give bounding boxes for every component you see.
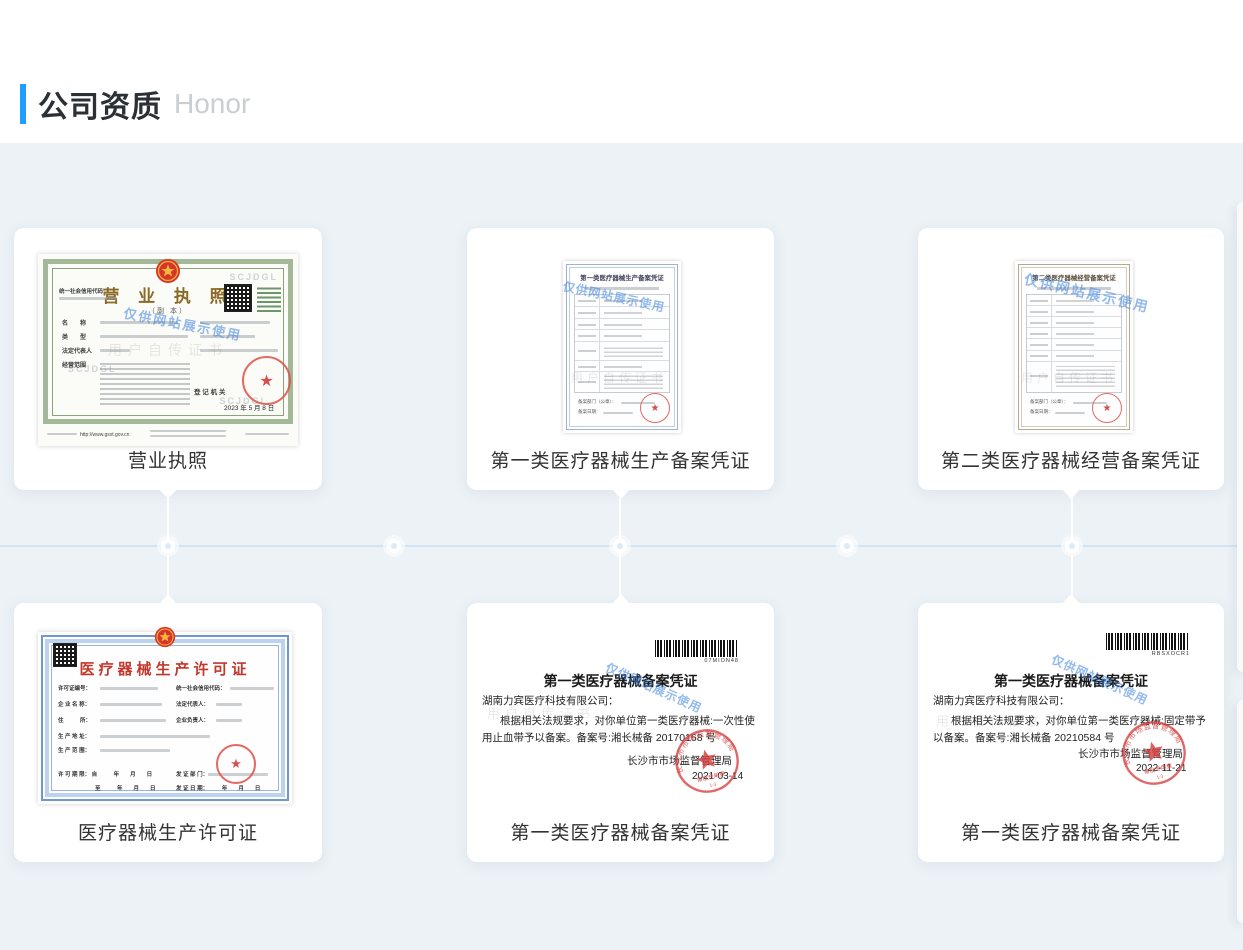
card-label: 第一类医疗器械备案凭证: [467, 818, 774, 845]
doc-title: 第一类医疗器械备案凭证: [918, 671, 1224, 691]
official-seal-icon: ★: [216, 744, 256, 784]
timeline-node: [840, 539, 854, 553]
official-seal-icon: ★: [242, 356, 291, 405]
cert-card-production-license[interactable]: 医疗器械生产许可证 许可证编号： 统一社会信用代码： 企 业 名 称： 法定代表…: [14, 603, 322, 862]
cert-table: [1026, 294, 1122, 393]
section-header: 公司资质 Honor: [20, 82, 250, 126]
cert-card-class1-filing-2[interactable]: RBSXOCR1 第一类医疗器械备案凭证 湖南力宾医疗科技有限公司： 根据相关法…: [918, 603, 1224, 862]
barcode-text: RBSXOCR1: [1106, 651, 1190, 657]
national-emblem-icon: [155, 258, 181, 284]
cert-title: 第二类医疗器械经营备案凭证: [1023, 273, 1124, 282]
section-title: 公司资质: [38, 82, 162, 126]
next-card-peek: [1237, 700, 1243, 923]
barcode: [1106, 633, 1188, 650]
micro-text-block: [257, 286, 281, 312]
certificate-image: SCJDGL SCJDGL SCJDGL 营 业 执 照 （副 本） 统一社会信…: [38, 254, 298, 446]
barcode: [655, 640, 737, 657]
svg-text:1-3: 1-3: [1156, 773, 1164, 780]
timeline-node: [387, 539, 401, 553]
certificate-image: 第二类医疗器械经营备案凭证 备案部门（公章）： 备案日期： ★ 用户自传证书: [1015, 261, 1133, 433]
qr-code: [224, 284, 252, 312]
cert-card-business-license[interactable]: SCJDGL SCJDGL SCJDGL 营 业 执 照 （副 本） 统一社会信…: [14, 228, 322, 490]
official-seal-icon: ★: [1092, 393, 1122, 423]
card-label: 营业执照: [14, 446, 322, 473]
barcode-text: 07MION48: [655, 658, 739, 664]
issue-date: 2023 年 5 月 8 日: [224, 402, 274, 412]
timeline-node: [1065, 539, 1079, 553]
card-label: 第二类医疗器械经营备案凭证: [918, 446, 1224, 473]
official-seal-icon: 长沙市市场监督管理局 审批专用章 1-3: [666, 720, 748, 802]
cert-card-class1-filing-1[interactable]: 07MION48 第一类医疗器械备案凭证 湖南力宾医疗科技有限公司： 根据相关法…: [467, 603, 774, 862]
official-seal-icon: ★: [640, 393, 670, 423]
card-label: 第一类医疗器械生产备案凭证: [467, 446, 774, 473]
cert-table: [574, 294, 670, 393]
cert-card-class2-operation-filing[interactable]: 第二类医疗器械经营备案凭证 备案部门（公章）： 备案日期： ★ 用户自传证书 仅…: [918, 228, 1224, 490]
timeline-node: [161, 539, 175, 553]
next-card-peek: [1237, 202, 1243, 672]
cert-title: 医疗器械生产许可证: [38, 658, 292, 679]
card-label: 医疗器械生产许可证: [14, 818, 322, 845]
certificate-image: 第一类医疗器械生产备案凭证 备案部门（公章）： 备案日期： ★ 用户自传证书: [563, 261, 681, 433]
card-label: 第一类医疗器械备案凭证: [918, 818, 1224, 845]
svg-text:1-3: 1-3: [709, 781, 717, 788]
footer-url: http://www.gsxt.gov.cn: [80, 432, 129, 438]
timeline-node: [613, 539, 627, 553]
certificate-image: 医疗器械生产许可证 许可证编号： 统一社会信用代码： 企 业 名 称： 法定代表…: [38, 632, 292, 804]
accent-bar: [20, 84, 26, 124]
doc-title: 第一类医疗器械备案凭证: [467, 671, 774, 691]
cert-card-class1-production-filing[interactable]: 第一类医疗器械生产备案凭证 备案部门（公章）： 备案日期： ★ 用户自传证书 仅…: [467, 228, 774, 490]
company-honor-section: 公司资质 Honor SCJDGL SCJDGL SCJDGL 营 业 执 照 …: [0, 0, 1243, 950]
cert-title: 第一类医疗器械生产备案凭证: [571, 273, 672, 282]
registrar-label: 登 记 机 关: [194, 386, 225, 396]
credit-code-label: 统一社会信用代码: [59, 287, 103, 295]
section-subtitle: Honor: [174, 88, 250, 120]
national-emblem-icon: [154, 625, 176, 649]
photo-watermark: SCJDGL: [229, 272, 278, 282]
